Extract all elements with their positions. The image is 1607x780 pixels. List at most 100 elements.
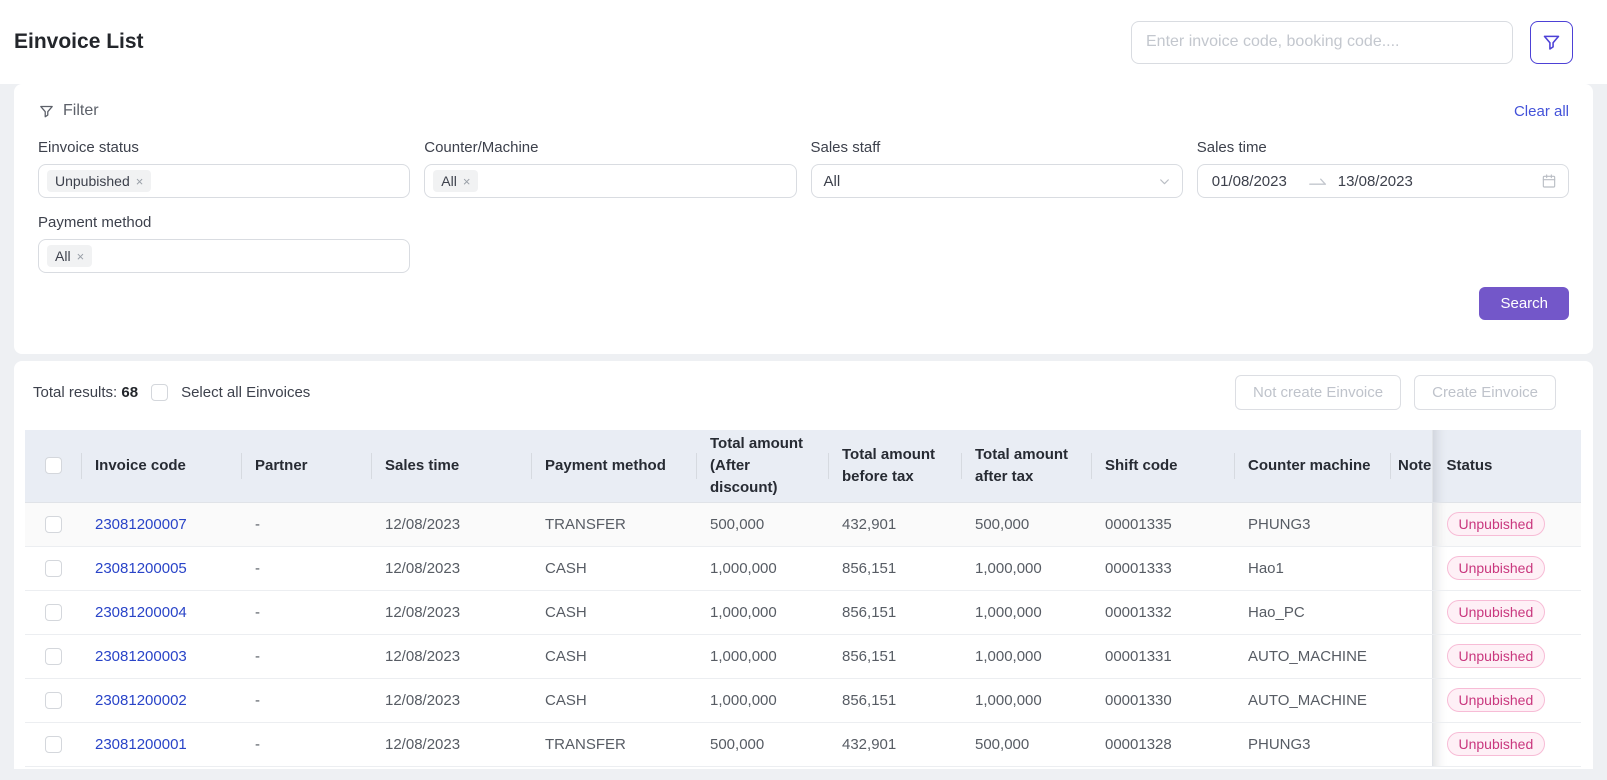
invoice-code-link[interactable]: 23081200007 (95, 516, 187, 533)
note-cell (1390, 722, 1432, 766)
einvoice-status-select[interactable]: Unpubished × (38, 164, 410, 198)
total-after-tax-cell: 1,000,000 (961, 590, 1091, 634)
invoice-code-link[interactable]: 23081200004 (95, 604, 187, 621)
counter-machine-select[interactable]: All × (424, 164, 796, 198)
search-input[interactable] (1131, 21, 1513, 64)
total-after-discount-cell: 500,000 (696, 502, 828, 546)
note-cell (1390, 678, 1432, 722)
sales-time-label: Sales time (1197, 139, 1569, 156)
counter-machine-cell: PHUNG3 (1234, 502, 1390, 546)
table-row: 23081200001 - 12/08/2023 TRANSFER 500,00… (25, 722, 1581, 766)
field-sales-staff: Sales staff All (811, 123, 1183, 198)
shift-code-cell: 00001335 (1091, 502, 1234, 546)
invoice-code-link[interactable]: 23081200002 (95, 692, 187, 709)
total-after-discount-cell: 1,000,000 (696, 590, 828, 634)
counter-machine-label: Counter/Machine (424, 139, 796, 156)
payment-method-tag: All × (47, 245, 92, 267)
einvoice-table: Invoice code Partner Sales time Payment … (25, 430, 1582, 767)
total-results-value: 68 (121, 384, 138, 401)
invoice-code-link[interactable]: 23081200003 (95, 648, 187, 665)
counter-machine-cell: AUTO_MACHINE (1234, 634, 1390, 678)
top-bar: Einvoice List (0, 0, 1607, 84)
table-row: 23081200005 - 12/08/2023 CASH 1,000,000 … (25, 546, 1581, 590)
remove-tag-icon[interactable]: × (136, 175, 144, 188)
einvoice-status-tag: Unpubished × (47, 170, 151, 192)
row-checkbox[interactable] (45, 736, 62, 753)
invoice-code-link[interactable]: 23081200001 (95, 736, 187, 753)
sales-time-cell: 12/08/2023 (371, 678, 531, 722)
counter-machine-cell: PHUNG3 (1234, 722, 1390, 766)
counter-machine-cell: AUTO_MACHINE (1234, 678, 1390, 722)
row-checkbox[interactable] (45, 560, 62, 577)
row-checkbox[interactable] (45, 692, 62, 709)
total-before-tax-cell: 856,151 (828, 546, 961, 590)
payment-method-select[interactable]: All × (38, 239, 410, 273)
filter-title-label: Filter (63, 102, 99, 120)
payment-method-cell: CASH (531, 590, 696, 634)
header-note: Note (1390, 430, 1432, 502)
sales-time-cell: 12/08/2023 (371, 634, 531, 678)
status-badge: Unpubished (1447, 644, 1546, 668)
row-checkbox[interactable] (45, 648, 62, 665)
sales-time-cell: 12/08/2023 (371, 590, 531, 634)
row-checkbox[interactable] (45, 516, 62, 533)
total-before-tax-cell: 432,901 (828, 502, 961, 546)
field-payment-method: Payment method All × (38, 198, 410, 273)
header-total-before-tax: Total amount before tax (828, 430, 961, 502)
total-after-tax-cell: 1,000,000 (961, 634, 1091, 678)
date-from-value[interactable]: 01/08/2023 (1212, 173, 1298, 190)
total-before-tax-cell: 856,151 (828, 678, 961, 722)
payment-method-tag-label: All (55, 248, 71, 264)
shift-code-cell: 00001331 (1091, 634, 1234, 678)
total-after-tax-cell: 1,000,000 (961, 546, 1091, 590)
page-title: Einvoice List (14, 30, 1131, 54)
status-badge: Unpubished (1447, 732, 1546, 756)
filter-panel-title: Filter (38, 102, 99, 120)
einvoice-status-label: Einvoice status (38, 139, 410, 156)
sales-time-range-picker[interactable]: 01/08/2023 13/08/2023 (1197, 164, 1569, 198)
header-select-checkbox[interactable] (45, 457, 62, 474)
search-button[interactable]: Search (1479, 287, 1569, 320)
total-after-discount-cell: 500,000 (696, 722, 828, 766)
total-results-label: Total results: (33, 384, 117, 401)
partner-cell: - (241, 590, 371, 634)
counter-machine-tag: All × (433, 170, 478, 192)
not-create-einvoice-button[interactable]: Not create Einvoice (1235, 375, 1401, 410)
status-badge: Unpubished (1447, 688, 1546, 712)
status-badge: Unpubished (1447, 512, 1546, 536)
payment-method-cell: TRANSFER (531, 502, 696, 546)
invoice-code-link[interactable]: 23081200005 (95, 560, 187, 577)
select-all-label: Select all Einvoices (181, 384, 310, 401)
sales-staff-select[interactable]: All (811, 164, 1183, 198)
field-einvoice-status: Einvoice status Unpubished × (38, 123, 410, 198)
remove-tag-icon[interactable]: × (463, 175, 471, 188)
total-before-tax-cell: 856,151 (828, 590, 961, 634)
header-invoice-code: Invoice code (81, 430, 241, 502)
header-payment-method: Payment method (531, 430, 696, 502)
payment-method-label: Payment method (38, 214, 410, 231)
create-einvoice-button[interactable]: Create Einvoice (1414, 375, 1556, 410)
partner-cell: - (241, 546, 371, 590)
field-counter-machine: Counter/Machine All × (424, 123, 796, 198)
select-all-checkbox[interactable] (151, 384, 168, 401)
partner-cell: - (241, 678, 371, 722)
total-results-text: Total results: 68 (33, 384, 138, 401)
remove-tag-icon[interactable]: × (77, 250, 85, 263)
sales-time-cell: 12/08/2023 (371, 722, 531, 766)
status-badge: Unpubished (1447, 556, 1546, 580)
sales-time-cell: 12/08/2023 (371, 546, 531, 590)
row-checkbox[interactable] (45, 604, 62, 621)
table-header-row: Invoice code Partner Sales time Payment … (25, 430, 1581, 502)
note-cell (1390, 590, 1432, 634)
payment-method-cell: TRANSFER (531, 722, 696, 766)
header-counter-machine: Counter machine (1234, 430, 1390, 502)
partner-cell: - (241, 722, 371, 766)
shift-code-cell: 00001328 (1091, 722, 1234, 766)
filter-toggle-button[interactable] (1530, 21, 1573, 64)
einvoice-status-tag-label: Unpubished (55, 173, 130, 189)
header-status: Status (1432, 430, 1581, 502)
clear-all-link[interactable]: Clear all (1514, 103, 1569, 120)
arrow-right-icon (1308, 174, 1328, 188)
date-to-value[interactable]: 13/08/2023 (1338, 173, 1424, 190)
total-after-tax-cell: 500,000 (961, 502, 1091, 546)
